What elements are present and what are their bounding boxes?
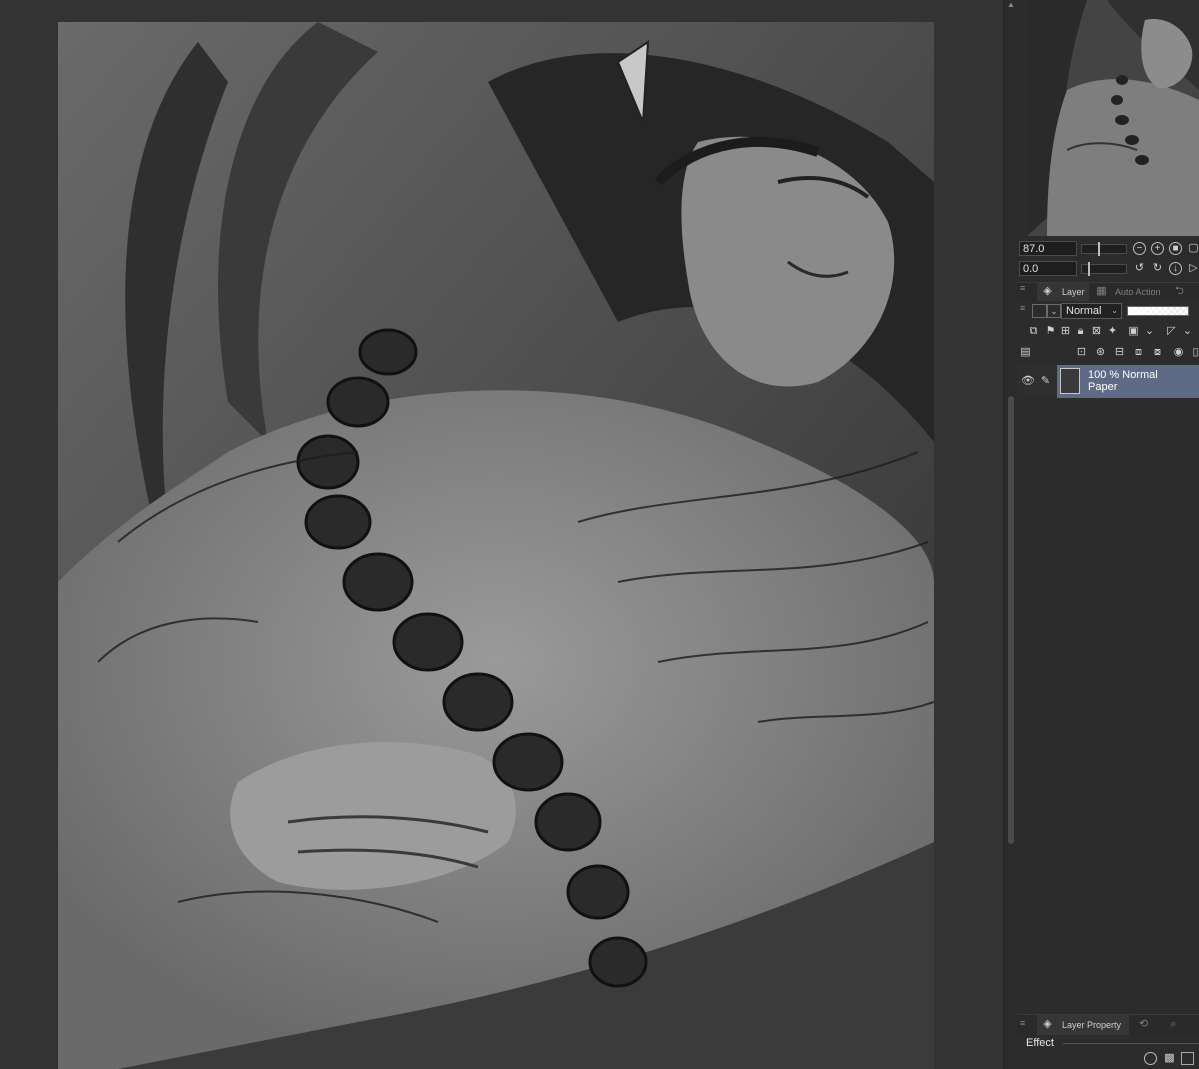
actual-size-icon[interactable]: ▢ — [1187, 242, 1199, 255]
layer-panel-menu-icon[interactable]: ▤ — [1019, 346, 1032, 359]
lock-transparent-icon[interactable]: ⊠ — [1090, 325, 1103, 338]
right-panel: 87.0 − + ■ ▢ 0.0 ↺ ↻ ↓ ▷ ≡ ◈ Layer ▦ Aut… — [1017, 0, 1199, 1069]
layer-color-palette-icon[interactable]: ▣ — [1127, 325, 1140, 338]
layer-property-tabs: ≡ ◈ Layer Property ⟲ ⌕ — [1017, 1014, 1199, 1035]
flip-icon[interactable]: ▷ — [1187, 262, 1199, 275]
new-folder-icon[interactable]: ⊟ — [1113, 346, 1126, 359]
rotation-slider[interactable] — [1081, 262, 1127, 276]
new-raster-layer-icon[interactable]: ⊡ — [1075, 346, 1088, 359]
chevron-down-icon[interactable]: ⌄ — [1181, 325, 1194, 338]
draft-layer-icon[interactable]: ⊞ — [1059, 325, 1072, 338]
ruler-icon[interactable]: ◸ — [1165, 325, 1178, 338]
tab-layer-property-label: Layer Property — [1062, 1020, 1122, 1030]
tab-auto-action-label: Auto Action — [1115, 287, 1161, 297]
fit-screen-icon[interactable]: ■ — [1169, 242, 1182, 255]
lock-icon[interactable]: 🔒︎ — [1074, 325, 1087, 338]
history-icon: ⮌ — [1175, 285, 1184, 297]
layers-icon: ◈ — [1043, 285, 1052, 297]
tab-history[interactable]: ⮌ — [1169, 283, 1199, 301]
blend-mode-value: Normal — [1066, 305, 1102, 317]
tab-other-2[interactable]: ⌕ — [1163, 1015, 1193, 1033]
layer-color-icon[interactable] — [1032, 304, 1047, 318]
eye-icon[interactable]: 👁︎ — [1021, 375, 1035, 388]
layer-info: 100 % Normal Paper — [1088, 369, 1158, 393]
canvas-vertical-scrollbar[interactable]: ▲ — [1003, 0, 1018, 1069]
effect-icons-row: ▩ — [1017, 1048, 1199, 1069]
tone-effect-icon[interactable]: ▩ — [1163, 1052, 1176, 1065]
transfer-down-icon[interactable]: ⧈ — [1132, 346, 1145, 359]
panel-icon: ⟲ — [1138, 1018, 1149, 1030]
rotation-input[interactable]: 0.0 — [1019, 261, 1077, 276]
layer-mask-icon[interactable]: ◉ — [1172, 346, 1185, 359]
blend-mode-select[interactable]: Normal ⌄ — [1061, 303, 1122, 319]
dropdown-icon[interactable]: ⌄ — [1047, 304, 1061, 318]
layer-opacity-mode: 100 % Normal — [1088, 369, 1158, 381]
chevron-down-icon[interactable]: ⌄ — [1143, 325, 1156, 338]
clip-icon[interactable]: ⧉ — [1027, 325, 1040, 338]
zoom-out-icon[interactable]: − — [1133, 242, 1146, 255]
mask-icon[interactable]: ✦ — [1106, 325, 1119, 338]
layer-lock-row: ⧉ ⚑ ⊞ 🔒︎ ⊠ ✦ ▣ ⌄ ◸ ⌄ — [1017, 322, 1199, 342]
layer-color-effect-icon[interactable] — [1181, 1052, 1194, 1065]
layer-panel-tabs: ≡ ◈ Layer ▦ Auto Action ⮌ — [1017, 282, 1199, 301]
rotate-right-icon[interactable]: ↻ — [1151, 262, 1164, 275]
scroll-up-arrow-icon[interactable]: ▲ — [1006, 0, 1016, 10]
pencil-icon[interactable]: ✎ — [1039, 375, 1052, 388]
zoom-in-icon[interactable]: + — [1151, 242, 1164, 255]
layer-property-icon: ◈ — [1043, 1018, 1052, 1030]
layer-name: Paper — [1088, 381, 1118, 393]
panel-grip-icon[interactable]: ≡ — [1020, 303, 1025, 313]
delete-layer-icon[interactable]: ▯ — [1189, 346, 1199, 359]
scrollbar-thumb[interactable] — [1008, 396, 1014, 844]
opacity-slider[interactable] — [1127, 306, 1189, 316]
chevron-down-icon: ⌄ — [1111, 306, 1118, 315]
layer-item-paper[interactable]: 👁︎ ✎ 100 % Normal Paper — [1017, 365, 1199, 398]
rotation-row: 0.0 ↺ ↻ ↓ ▷ — [1019, 261, 1199, 278]
tab-auto-action[interactable]: ▦ Auto Action — [1093, 283, 1167, 301]
panel-grip-icon[interactable]: ≡ — [1020, 283, 1025, 293]
navigator-preview[interactable] — [1027, 0, 1199, 236]
tab-layer-property[interactable]: ◈ Layer Property — [1037, 1015, 1129, 1035]
layer-blend-row: ≡ ⌄ Normal ⌄ — [1017, 301, 1199, 321]
reset-rotation-icon[interactable]: ↓ — [1169, 262, 1182, 275]
border-effect-icon[interactable] — [1144, 1052, 1157, 1065]
tab-layer-label: Layer — [1062, 287, 1085, 297]
artwork-canvas[interactable] — [58, 22, 934, 1069]
panel-grip-icon[interactable]: ≡ — [1020, 1018, 1025, 1028]
tab-layer[interactable]: ◈ Layer — [1037, 283, 1089, 301]
layer-actions-row: ▤ ⊡ ⊛ ⊟ ⧈ ⧇ ◉ ▯ — [1017, 343, 1199, 363]
divider — [1063, 1043, 1199, 1044]
zoom-input[interactable]: 87.0 — [1019, 241, 1077, 256]
search-icon: ⌕ — [1170, 1018, 1177, 1030]
new-vector-layer-icon[interactable]: ⊛ — [1094, 346, 1107, 359]
rotate-left-icon[interactable]: ↺ — [1133, 262, 1146, 275]
auto-action-icon: ▦ — [1096, 285, 1107, 297]
layer-thumbnail — [1060, 368, 1080, 394]
navigator-thumbnail — [1027, 0, 1199, 236]
artwork-illustration — [58, 22, 934, 1069]
tab-other-1[interactable]: ⟲ — [1133, 1015, 1161, 1033]
zoom-slider[interactable] — [1081, 242, 1127, 256]
canvas-area[interactable] — [0, 0, 1003, 1069]
zoom-row: 87.0 − + ■ ▢ — [1019, 241, 1199, 258]
reference-layer-icon[interactable]: ⚑ — [1044, 325, 1057, 338]
merge-down-icon[interactable]: ⧇ — [1151, 346, 1164, 359]
